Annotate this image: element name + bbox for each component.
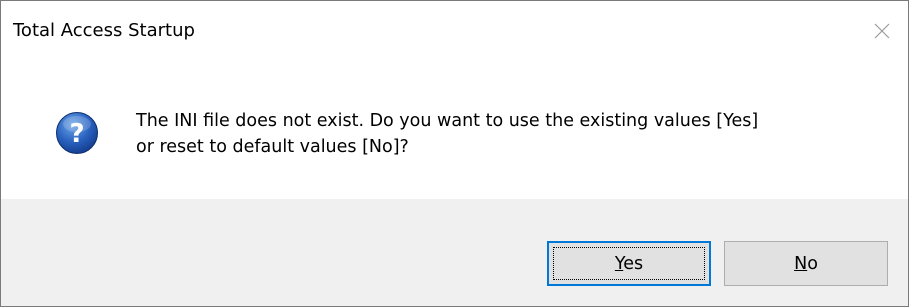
message-line-1: The INI file does not exist. Do you want… (136, 111, 759, 131)
yes-label-rest: es (623, 253, 644, 274)
question-icon: ? (56, 112, 98, 154)
message-line-2: or reset to default values [No]? (136, 137, 409, 157)
yes-button[interactable]: Yes (547, 241, 711, 286)
yes-accelerator: Y (614, 253, 624, 274)
close-icon (874, 23, 890, 39)
no-accelerator: N (794, 253, 808, 274)
dialog-message: The INI file does not exist. Do you want… (136, 108, 876, 160)
no-label-rest: o (807, 253, 818, 274)
no-button-label: No (794, 254, 818, 274)
yes-button-label: Yes (615, 254, 643, 274)
window-title: Total Access Startup (13, 20, 195, 41)
close-button[interactable] (860, 11, 904, 51)
svg-text:?: ? (69, 119, 84, 149)
no-button[interactable]: No (724, 241, 888, 286)
title-bar[interactable]: Total Access Startup (1, 1, 908, 63)
button-bar: Yes No (1, 199, 908, 306)
message-dialog: Total Access Startup ? The INI file does… (0, 0, 909, 307)
dialog-content: ? The INI file does not exist. Do you wa… (1, 63, 908, 199)
